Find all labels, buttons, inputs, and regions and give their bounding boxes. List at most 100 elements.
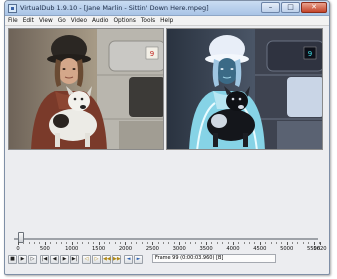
timeline-minor-tick bbox=[168, 242, 170, 244]
title-bar[interactable]: VirtualDub 1.9.10 - [Jane Marlin - Sitti… bbox=[5, 1, 329, 16]
timeline-minor-tick bbox=[163, 242, 165, 244]
timeline-minor-tick bbox=[281, 242, 283, 244]
channel-badge-output: 9 bbox=[308, 50, 312, 58]
timeline-tick bbox=[313, 242, 315, 245]
timeline-minor-tick bbox=[302, 242, 304, 244]
timeline-minor-tick bbox=[87, 242, 89, 244]
timeline-minor-tick bbox=[254, 242, 256, 244]
timeline-tick-label: 3000 bbox=[172, 246, 186, 252]
go-start-icon[interactable]: |◀ bbox=[40, 254, 49, 264]
app-icon[interactable] bbox=[8, 4, 17, 13]
play-input-icon[interactable]: ▶ bbox=[18, 254, 27, 264]
timeline-minor-tick bbox=[243, 242, 245, 244]
timeline-minor-tick bbox=[60, 242, 62, 244]
menu-tools[interactable]: Tools bbox=[141, 18, 155, 24]
stop-icon[interactable]: ■ bbox=[8, 254, 17, 264]
timeline-minor-tick bbox=[270, 242, 272, 244]
timeline-tick-label: 2000 bbox=[118, 246, 133, 252]
timeline-minor-tick bbox=[55, 242, 57, 244]
menu-options[interactable]: Options bbox=[113, 18, 135, 24]
menu-bar: File Edit View Go Video Audio Options To… bbox=[5, 16, 329, 26]
next-key-icon[interactable]: ▷ bbox=[92, 254, 101, 264]
scene-next-icon[interactable]: ▶▶ bbox=[112, 254, 121, 264]
menu-view[interactable]: View bbox=[39, 18, 53, 24]
timeline-tick bbox=[206, 242, 208, 245]
timeline-tick bbox=[18, 242, 19, 245]
timeline-minor-tick bbox=[23, 242, 25, 244]
mark-in-icon[interactable]: ◄ bbox=[124, 254, 133, 264]
timeline-minor-tick bbox=[50, 242, 52, 244]
timeline-minor-tick bbox=[141, 242, 143, 244]
prev-key-icon[interactable]: ◁ bbox=[82, 254, 91, 264]
timeline-minor-tick bbox=[265, 242, 267, 244]
timeline-tick bbox=[125, 242, 127, 245]
timeline-minor-tick bbox=[109, 242, 111, 244]
timeline-tick bbox=[44, 242, 46, 245]
timeline-minor-tick bbox=[103, 242, 105, 244]
timeline-minor-tick bbox=[189, 242, 191, 244]
timeline-tick bbox=[98, 242, 100, 245]
timeline-minor-tick bbox=[292, 242, 294, 244]
timeline-tick bbox=[152, 242, 154, 245]
timeline-tick-label: 3500 bbox=[199, 246, 213, 252]
timeline-tick-label: 5620 bbox=[313, 246, 327, 252]
close-button[interactable]: ✕ bbox=[301, 2, 327, 13]
window-title: VirtualDub 1.9.10 - [Jane Marlin - Sitti… bbox=[20, 4, 209, 12]
timeline-tick bbox=[71, 242, 73, 245]
menu-go[interactable]: Go bbox=[58, 18, 66, 24]
timeline-minor-tick bbox=[275, 242, 277, 244]
timeline-minor-tick bbox=[157, 242, 159, 244]
slider-track[interactable] bbox=[14, 238, 318, 240]
go-next-icon[interactable]: ▶ bbox=[60, 254, 69, 264]
timeline-minor-tick bbox=[318, 242, 320, 244]
timeline-tick-label: 2500 bbox=[145, 246, 159, 252]
timeline-minor-tick bbox=[195, 242, 197, 244]
go-end-icon[interactable]: ▶| bbox=[70, 254, 79, 264]
minimize-button[interactable]: – bbox=[261, 2, 280, 13]
output-frame-image: 9 bbox=[167, 29, 322, 149]
timeline-minor-tick bbox=[114, 242, 116, 244]
menu-audio[interactable]: Audio bbox=[92, 18, 108, 24]
timeline-minor-tick bbox=[130, 242, 132, 244]
menu-edit[interactable]: Edit bbox=[23, 18, 34, 24]
input-frame-image: 9 bbox=[9, 29, 163, 149]
timeline-minor-tick bbox=[184, 242, 186, 244]
playback-toolbar: ■ ▶ ▷ |◀ ◀ ▶ ▶| ◁ ▷ ◀◀ ▶▶ ◄ ► bbox=[8, 254, 144, 264]
maximize-button[interactable]: □ bbox=[281, 2, 300, 13]
timeline-minor-tick bbox=[216, 242, 218, 244]
mark-out-icon[interactable]: ► bbox=[134, 254, 143, 264]
output-video-pane[interactable]: 9 bbox=[166, 28, 323, 150]
timeline-tick-label: 1000 bbox=[65, 246, 79, 252]
timeline-tick-label: 0 bbox=[16, 246, 20, 252]
timeline-minor-tick bbox=[93, 242, 95, 244]
play-output-icon[interactable]: ▷ bbox=[28, 254, 37, 264]
go-prev-icon[interactable]: ◀ bbox=[50, 254, 59, 264]
input-video-pane[interactable]: 9 bbox=[8, 28, 164, 150]
timeline-tick bbox=[179, 242, 181, 245]
timeline-tick bbox=[286, 242, 288, 245]
channel-badge-input: 9 bbox=[150, 50, 154, 58]
timeline-minor-tick bbox=[173, 242, 175, 244]
timeline-minor-tick bbox=[249, 242, 251, 244]
timeline-tick bbox=[232, 242, 234, 245]
timeline-minor-tick bbox=[297, 242, 299, 244]
menu-help[interactable]: Help bbox=[160, 18, 173, 24]
menu-video[interactable]: Video bbox=[71, 18, 87, 24]
timeline-tick-label: 5000 bbox=[280, 246, 294, 252]
timeline-minor-tick bbox=[120, 242, 122, 244]
timeline-minor-tick bbox=[66, 242, 68, 244]
timeline-minor-tick bbox=[77, 242, 79, 244]
timeline-minor-tick bbox=[82, 242, 84, 244]
menu-file[interactable]: File bbox=[8, 18, 18, 24]
timeline-minor-tick bbox=[238, 242, 240, 244]
timeline-minor-tick bbox=[136, 242, 138, 244]
timeline-tick-label: 1500 bbox=[91, 246, 106, 252]
timeline-minor-tick bbox=[39, 242, 41, 244]
timeline-minor-tick bbox=[211, 242, 213, 244]
timeline-minor-tick bbox=[146, 242, 148, 244]
timeline-minor-tick bbox=[34, 242, 36, 244]
scene-prev-icon[interactable]: ◀◀ bbox=[102, 254, 111, 264]
timeline-minor-tick bbox=[200, 242, 202, 244]
window-controls: – □ ✕ bbox=[260, 2, 327, 14]
frame-readout: Frame 99 (0:00:03.960) [B] bbox=[152, 254, 276, 263]
